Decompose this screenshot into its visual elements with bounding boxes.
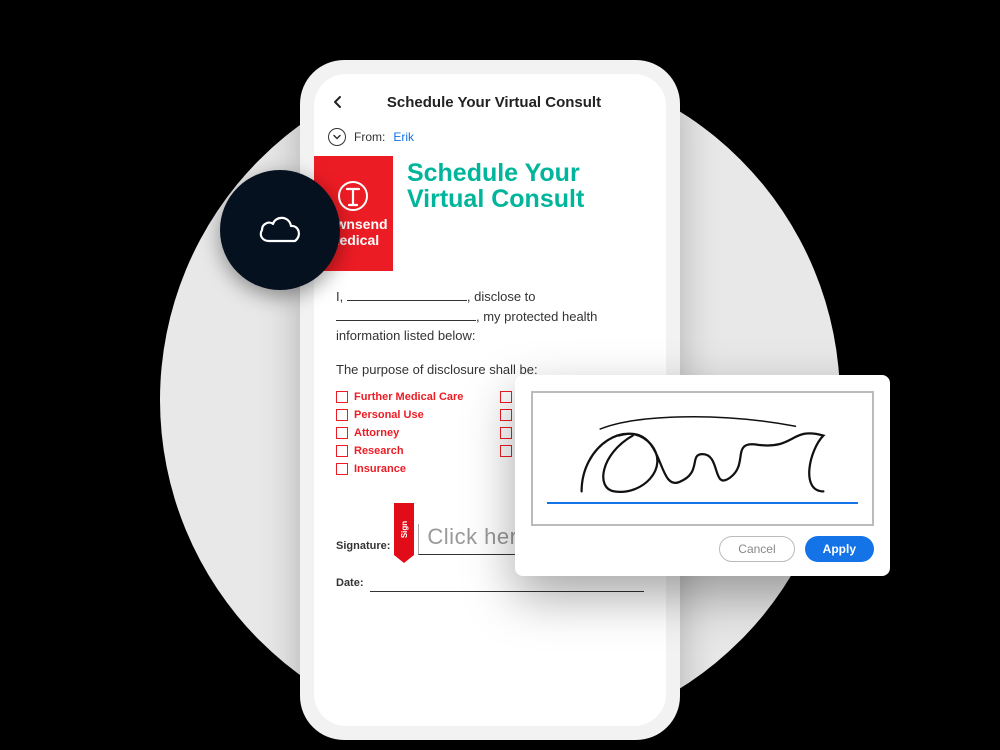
from-name: Erik [393,130,414,144]
document-header: Townsend Medical Schedule Your Virtual C… [314,156,666,271]
cloud-badge [220,170,340,290]
signature-canvas[interactable] [531,391,874,526]
name-blank[interactable] [347,300,467,301]
date-label: Date: [336,577,364,592]
consent-suffix2: , my protected health [476,309,597,324]
app-header: Schedule Your Virtual Consult [314,74,666,122]
sign-here-tag[interactable]: Sign [394,503,414,555]
consent-text: I, , disclose to , my protected health i… [314,271,666,379]
consent-line3: information listed below: [336,326,644,346]
chevron-down-icon[interactable] [328,128,346,146]
date-row: Date: [314,577,666,592]
checkbox-personal-use[interactable]: Personal Use [336,409,480,421]
signature-actions: Cancel Apply [531,536,874,562]
signature-baseline [547,502,858,504]
page-title: Schedule Your Virtual Consult [336,94,652,111]
checkbox-research[interactable]: Research [336,445,480,457]
signature-label: Signature: [336,540,390,555]
from-row[interactable]: From: Erik [314,122,666,156]
cancel-button[interactable]: Cancel [719,536,794,562]
from-label: From: [354,130,385,144]
signature-drawing [563,403,842,505]
consent-suffix1: , disclose to [467,289,536,304]
apply-button[interactable]: Apply [805,536,874,562]
checkbox-further-medical-care[interactable]: Further Medical Care [336,391,480,403]
consent-prefix: I, [336,289,343,304]
checkbox-attorney[interactable]: Attorney [336,427,480,439]
sign-tag-text: Sign [400,520,409,537]
date-field[interactable] [370,578,644,592]
document-title: Schedule Your Virtual Consult [407,160,652,213]
signature-panel: Cancel Apply [515,375,890,576]
checkbox-insurance[interactable]: Insurance [336,463,480,475]
recipient-blank[interactable] [336,320,476,321]
cloud-icon [251,201,309,259]
